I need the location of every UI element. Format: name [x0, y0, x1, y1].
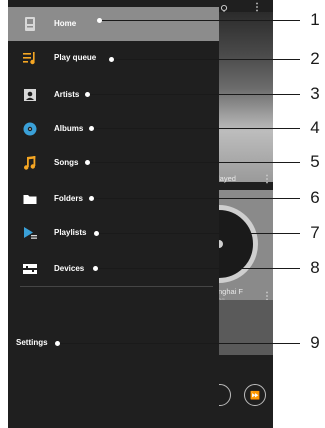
drawer-divider	[20, 286, 213, 287]
callout-dot	[89, 196, 94, 201]
drawer-item-label: Albums	[54, 124, 84, 133]
folders-icon	[23, 195, 37, 204]
background-music-app: ⚲ ⋮ layed ⋮ nghai F ng ⋮ ⏩	[218, 0, 273, 428]
callout-line	[112, 59, 300, 61]
played-text: layed	[218, 174, 236, 183]
callout-line	[100, 20, 300, 22]
drawer-item-settings[interactable]: Settings	[16, 338, 48, 347]
songs-icon	[24, 156, 36, 170]
callout-number: 2	[310, 49, 320, 68]
drawer-item-label: Folders	[54, 194, 83, 203]
callout-number: 8	[310, 258, 320, 277]
play-queue-icon	[23, 52, 35, 65]
home-icon	[25, 17, 35, 31]
callout-dot	[85, 92, 90, 97]
callout-dot	[85, 160, 90, 165]
annotated-screenshot: ⚲ ⋮ layed ⋮ nghai F ng ⋮ ⏩ Home	[0, 0, 325, 428]
album-art	[218, 12, 273, 182]
drawer-item-label: Songs	[54, 158, 79, 167]
callout-dot	[93, 266, 98, 271]
callout-number: 1	[310, 10, 320, 29]
callout-line	[97, 233, 300, 235]
navigation-drawer: Home Play queue Artists Albums Songs Fol…	[8, 0, 219, 428]
play-button[interactable]	[218, 384, 231, 406]
devices-icon	[23, 264, 37, 274]
drawer-item-label: Artists	[54, 90, 80, 99]
drawer-item-label: Devices	[54, 264, 85, 273]
album-art	[218, 300, 273, 355]
callout-line	[92, 128, 300, 130]
callout-line	[88, 94, 300, 96]
callout-dot	[109, 57, 114, 62]
callout-line	[96, 268, 300, 270]
callout-number: 6	[310, 188, 320, 207]
playlists-icon	[24, 227, 37, 239]
callout-dot	[97, 18, 102, 23]
callout-line	[88, 162, 300, 164]
albums-icon	[23, 122, 37, 136]
next-track-icon[interactable]: ⏩	[244, 384, 266, 406]
drawer-item-label: Home	[54, 19, 77, 28]
callout-line	[92, 198, 300, 200]
artists-icon	[24, 89, 36, 101]
overflow-menu-icon[interactable]: ⋮	[262, 174, 272, 185]
drawer-item-label: Playlists	[54, 228, 87, 237]
callout-number: 5	[310, 152, 320, 171]
callout-dot	[94, 231, 99, 236]
callout-dot	[89, 126, 94, 131]
callout-dot	[55, 341, 60, 346]
callout-number: 9	[310, 333, 320, 352]
drawer-item-label: Play queue	[54, 53, 97, 62]
callout-number: 3	[310, 84, 320, 103]
track-title: nghai F	[218, 287, 244, 296]
drawer-item-home[interactable]: Home	[8, 7, 219, 41]
callout-line	[58, 343, 300, 345]
callout-number: 7	[310, 223, 320, 242]
callout-number: 4	[310, 118, 320, 137]
